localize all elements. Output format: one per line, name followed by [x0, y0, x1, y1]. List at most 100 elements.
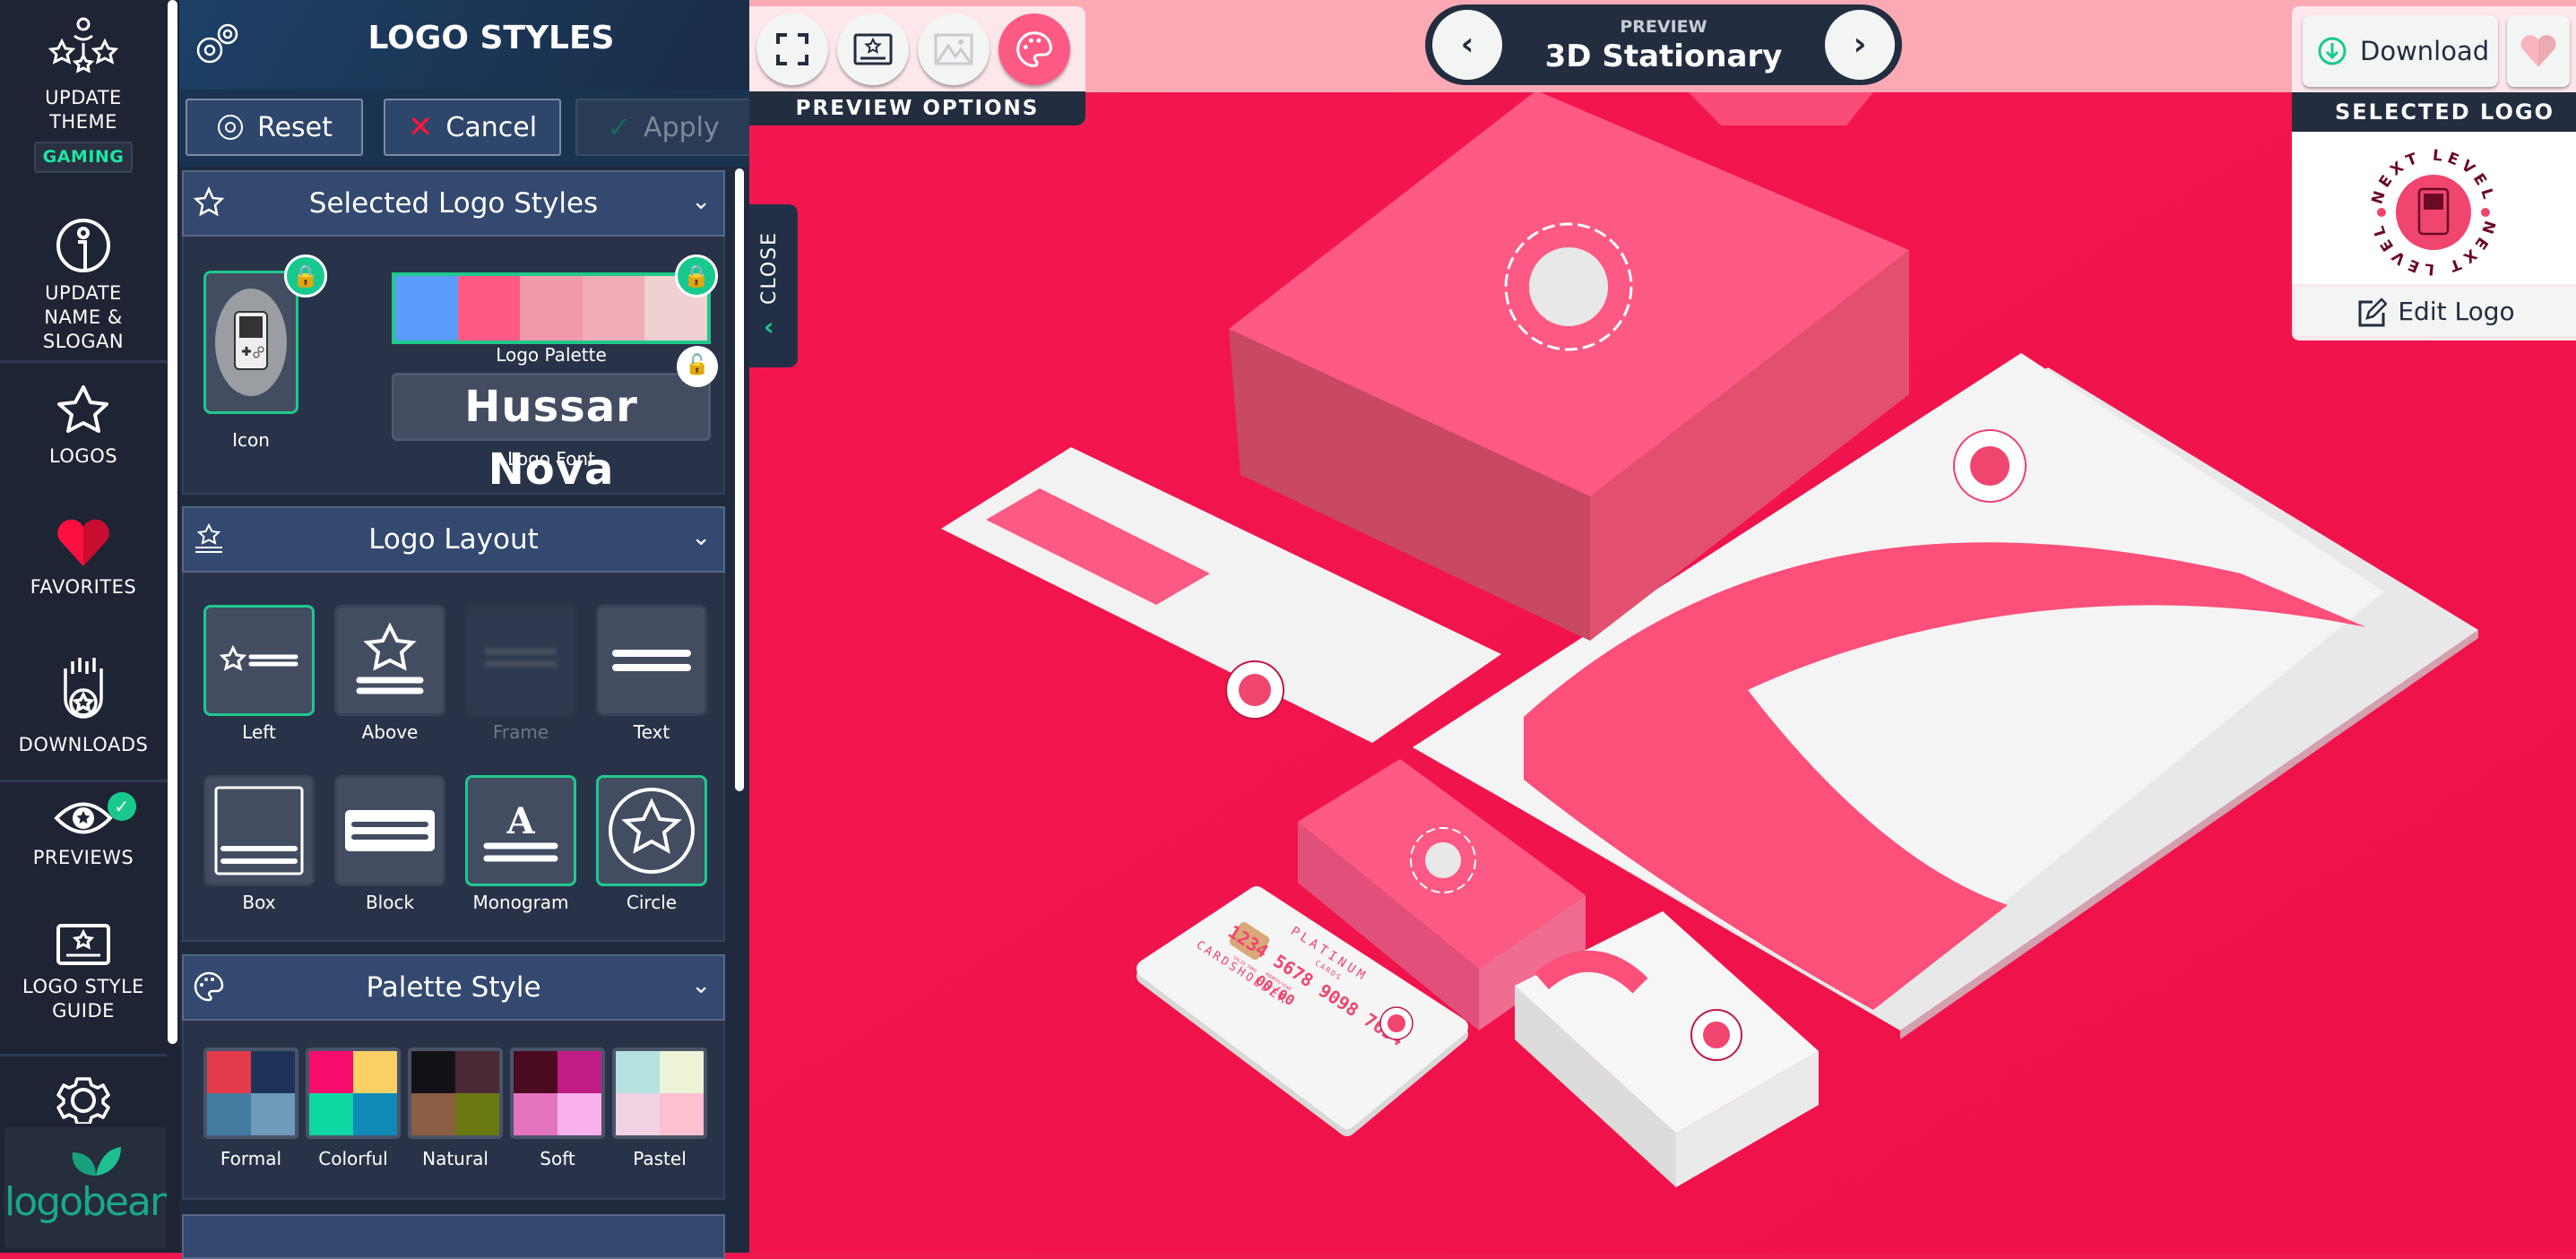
- layout-option-circle[interactable]: [596, 775, 707, 886]
- palette-option-label: Natural: [422, 1148, 488, 1169]
- palette-swatch: [514, 1051, 558, 1093]
- layout-option-above[interactable]: [334, 605, 445, 716]
- layout-above-icon: [356, 622, 424, 694]
- palette-style-header[interactable]: Palette Style ⌄: [182, 954, 725, 1021]
- layout-option-label: Circle: [626, 892, 678, 913]
- palette-swatch: [411, 1051, 455, 1093]
- selected-styles-header[interactable]: Selected Logo Styles ⌄: [182, 170, 725, 237]
- logo-layout-header[interactable]: Logo Layout ⌄: [182, 506, 725, 573]
- palette-option-pastel[interactable]: [612, 1048, 707, 1139]
- preview-options: PREVIEW OPTIONS: [749, 6, 1085, 125]
- nav-logos-label: LOGOS: [48, 445, 118, 467]
- selected-logo-preview[interactable]: NEXT LEVEL NEXT LEVEL: [2292, 132, 2576, 284]
- svg-text:A: A: [506, 800, 535, 842]
- panel-scrollbar[interactable]: [735, 168, 744, 791]
- lock-icon[interactable]: 🔒: [284, 254, 327, 298]
- download-icon: [2318, 37, 2347, 65]
- layout-option-label: Text: [633, 721, 670, 743]
- eye-icon: [54, 802, 113, 834]
- gameboy-icon: [215, 289, 287, 396]
- close-panel-tab[interactable]: CLOSE ‹: [749, 204, 798, 367]
- nav-downloads[interactable]: DOWNLOADS: [0, 658, 167, 757]
- palette-option-natural[interactable]: [408, 1048, 503, 1139]
- palette-option-label: Pastel: [633, 1148, 687, 1169]
- cancel-button[interactable]: ✕ Cancel: [384, 99, 561, 156]
- nav-divider: [0, 780, 167, 782]
- download-button[interactable]: Download: [2303, 15, 2498, 87]
- nav-logos[interactable]: LOGOS: [0, 384, 167, 469]
- nav-style-guide[interactable]: LOGO STYLE GUIDE: [0, 923, 167, 1023]
- people-stars-icon: [48, 17, 119, 73]
- image-button[interactable]: [918, 13, 990, 85]
- cancel-label: Cancel: [445, 111, 538, 143]
- edit-icon: [2358, 297, 2388, 326]
- reset-button[interactable]: Reset: [186, 99, 363, 156]
- layout-option-block[interactable]: [334, 775, 445, 886]
- nav-divider: [0, 1054, 167, 1056]
- nav-update-theme[interactable]: UPDATE THEME GAMING: [0, 16, 167, 173]
- layout-icon: [195, 522, 222, 553]
- next-preview-button[interactable]: ›: [1825, 10, 1895, 80]
- palette-option-soft[interactable]: [510, 1048, 605, 1139]
- logo-palette[interactable]: [392, 272, 711, 344]
- palette-option-label: Soft: [540, 1148, 575, 1169]
- info-icon: [56, 219, 110, 272]
- x-icon: ✕: [407, 109, 434, 145]
- settings-button[interactable]: [0, 1074, 167, 1131]
- lock-icon[interactable]: 🔒: [675, 254, 718, 298]
- palette-swatch: [309, 1093, 353, 1135]
- unlock-icon[interactable]: 🔓: [677, 346, 718, 387]
- chevron-down-icon: ⌄: [691, 524, 711, 551]
- nav-scrollbar[interactable]: [167, 0, 179, 1253]
- nav-previews[interactable]: ✓ PREVIEWS: [0, 792, 167, 870]
- layout-option-box[interactable]: [203, 775, 315, 886]
- chevron-left-icon: ‹: [764, 312, 774, 341]
- selected-logo-title: SELECTED LOGO: [2335, 99, 2554, 125]
- reset-label: Reset: [257, 111, 333, 143]
- nav-style-guide-label: LOGO STYLE GUIDE: [22, 976, 144, 1022]
- star-icon: [57, 385, 108, 433]
- palette-swatch: [660, 1093, 704, 1135]
- layout-block-icon: [345, 810, 435, 851]
- layout-option-left[interactable]: [203, 605, 315, 716]
- palette-option-colorful[interactable]: [306, 1048, 401, 1139]
- selected-styles-title: Selected Logo Styles: [308, 187, 599, 220]
- favorite-button[interactable]: [2507, 15, 2570, 87]
- palette-icon: [194, 971, 224, 1002]
- selected-logo-header[interactable]: SELECTED LOGO ⌄: [2292, 92, 2576, 164]
- nav-update-name[interactable]: UPDATE NAME & SLOGAN: [0, 217, 167, 354]
- download-label: Download: [2360, 36, 2490, 66]
- layout-option-monogram[interactable]: A: [465, 775, 576, 886]
- palette-swatch: [455, 1093, 499, 1135]
- palette-option-formal[interactable]: [203, 1048, 298, 1139]
- palette-swatch: [616, 1093, 660, 1135]
- apply-button[interactable]: ✓ Apply: [575, 99, 751, 156]
- selected-logo-panel: Download SELECTED LOGO ⌄ NEXT LEVEL NEXT…: [2292, 6, 2576, 341]
- layout-option-text[interactable]: [596, 605, 707, 716]
- logo-preview-button[interactable]: [837, 13, 909, 85]
- palette-swatch: [457, 276, 521, 341]
- palette-swatch: [558, 1093, 601, 1135]
- layout-box-icon: [214, 786, 304, 875]
- heart-icon: [2520, 35, 2556, 67]
- spotlight: [1689, 92, 1873, 125]
- check-badge-icon: ✓: [108, 792, 136, 821]
- palette-swatch: [251, 1051, 295, 1093]
- nav-divider: [0, 360, 167, 363]
- fullscreen-button[interactable]: [756, 13, 828, 85]
- palette-button[interactable]: [998, 13, 1070, 85]
- fullscreen-icon: [776, 33, 808, 65]
- edit-logo-button[interactable]: Edit Logo: [2295, 287, 2576, 336]
- palette-icon: [1016, 31, 1052, 67]
- style-guide-icon: [56, 924, 110, 965]
- nav-favorites[interactable]: FAVORITES: [0, 518, 167, 599]
- logo-font[interactable]: Hussar Nova: [392, 373, 711, 495]
- palette-swatch: [520, 276, 583, 341]
- logo-styles-panel: LOGO STYLES Reset ✕ Cancel ✓ Apply Selec…: [179, 0, 751, 1259]
- preview-options-label: PREVIEW OPTIONS: [749, 91, 1085, 125]
- logobean-logo[interactable]: logobean: [4, 1127, 175, 1248]
- palette-swatch: [514, 1093, 558, 1135]
- nav-downloads-label: DOWNLOADS: [18, 734, 149, 755]
- layout-option-frame[interactable]: [465, 605, 576, 716]
- selected-icon[interactable]: [203, 271, 298, 414]
